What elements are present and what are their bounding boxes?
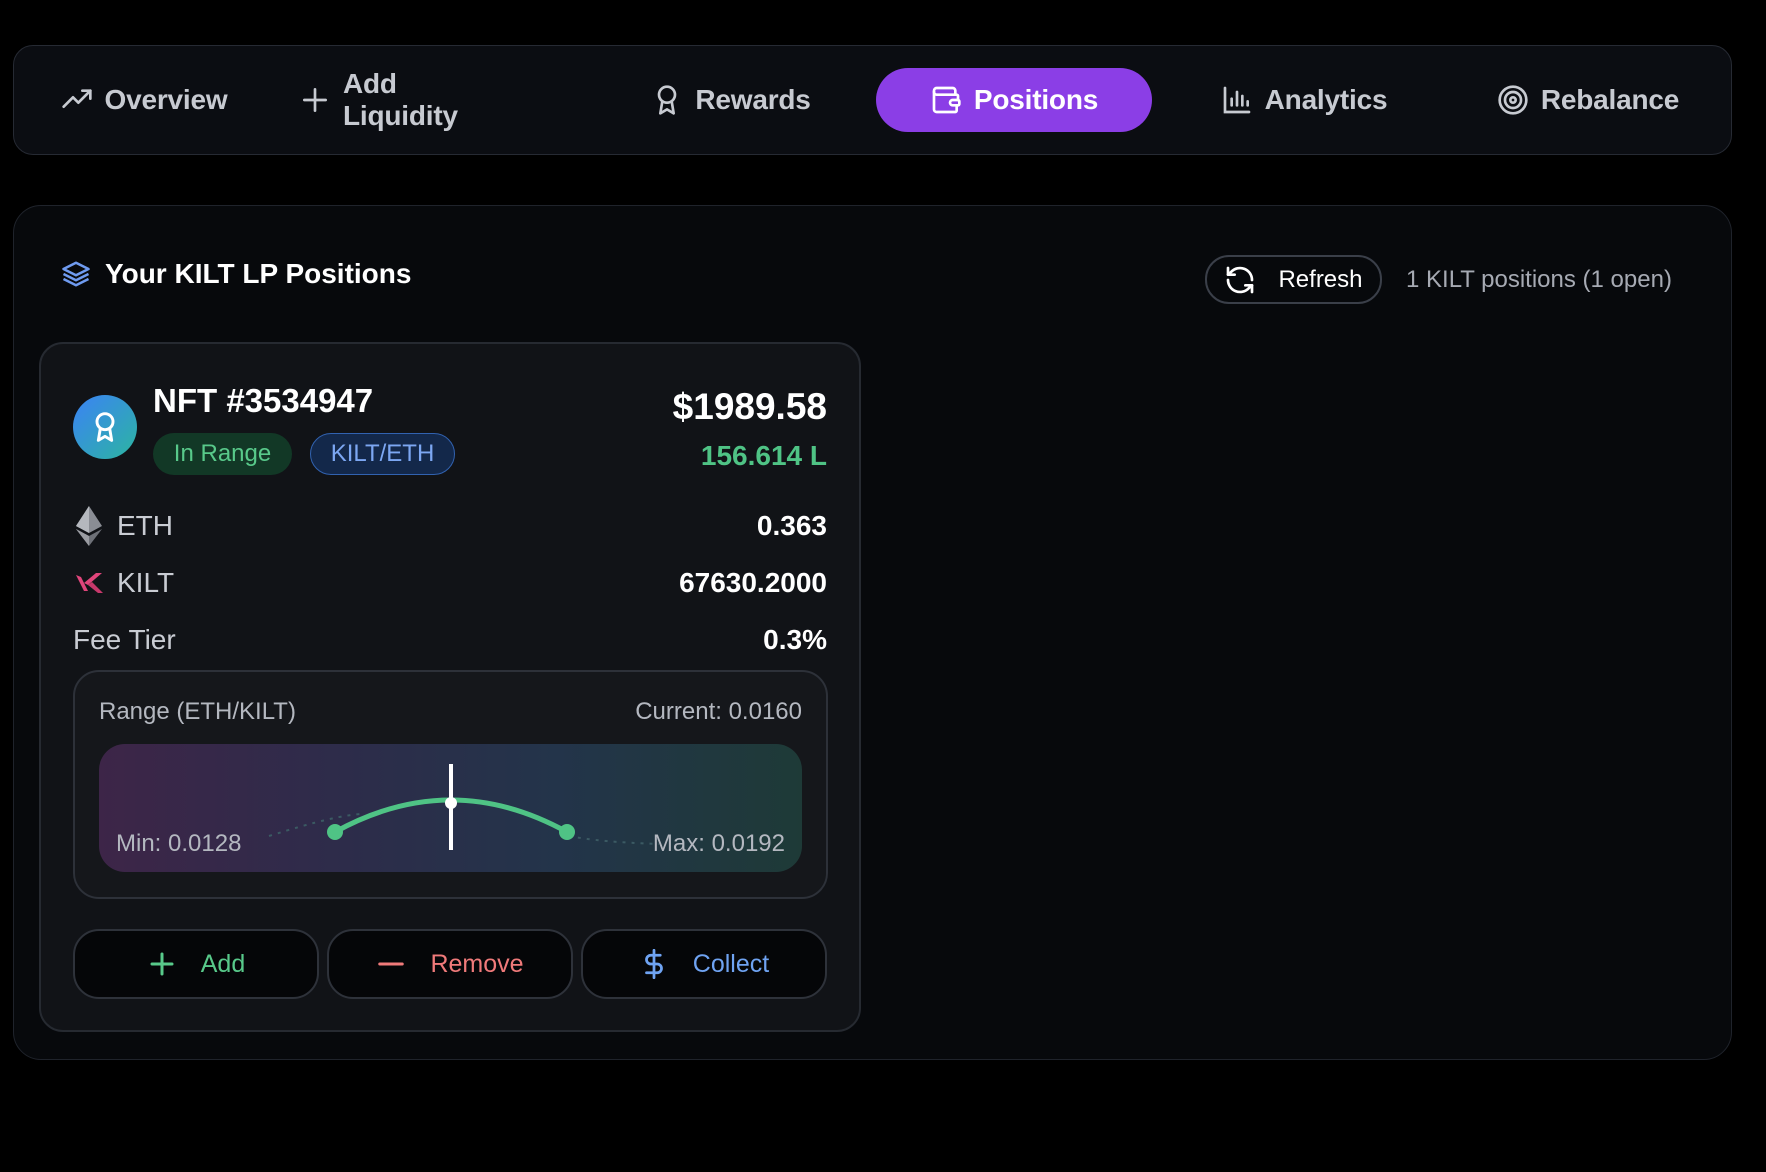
- position-card: NFT #3534947 In Range KILT/ETH $1989.58 …: [39, 342, 861, 1032]
- collect-button[interactable]: Collect: [581, 929, 827, 999]
- minus-icon: [378, 962, 405, 966]
- eth-icon: [73, 506, 105, 546]
- panel-header: Your KILT LP Positions: [61, 258, 411, 290]
- tab-label: Rewards: [695, 84, 811, 115]
- range-min: Min: 0.0128: [116, 830, 242, 857]
- target-icon: [1498, 85, 1528, 115]
- main-nav: Overview Add Liquidity Rewards Positions…: [13, 45, 1732, 155]
- range-max: Max: 0.0192: [652, 830, 785, 857]
- token-symbol: ETH: [117, 510, 173, 541]
- add-button[interactable]: Add: [73, 929, 319, 999]
- dollar-icon: [644, 949, 663, 979]
- position-liquidity: 156.614 L: [700, 440, 827, 471]
- range-visualization: Min: 0.0128 Max: 0.0192: [99, 744, 802, 872]
- layers-icon: [62, 261, 90, 287]
- bar-chart-icon: [1223, 86, 1250, 114]
- plus-icon: [150, 952, 174, 976]
- award-icon: [658, 85, 677, 115]
- tab-analytics[interactable]: Analytics: [1217, 68, 1391, 132]
- range-label: Range (ETH/KILT): [99, 698, 296, 725]
- collect-label: Collect: [692, 949, 770, 978]
- add-label: Add: [200, 949, 246, 978]
- token-amount: 0.363: [756, 510, 827, 541]
- tab-rewards[interactable]: Rewards: [652, 68, 811, 132]
- token-row-eth: ETH 0.363: [73, 506, 827, 546]
- pair-badge: KILT/ETH: [310, 433, 455, 475]
- position-value: $1989.58: [672, 386, 827, 427]
- tab-overview[interactable]: Overview: [61, 68, 228, 132]
- token-amount: 67630.2000: [679, 567, 827, 598]
- tab-add-liquidity[interactable]: Add Liquidity: [299, 68, 517, 132]
- nft-title: NFT #3534947: [153, 382, 374, 419]
- current-price-marker: [445, 797, 457, 809]
- remove-button[interactable]: Remove: [327, 929, 573, 999]
- tab-positions[interactable]: Positions: [876, 68, 1152, 132]
- token-symbol: KILT: [117, 567, 175, 598]
- refresh-button[interactable]: Refresh: [1205, 255, 1382, 304]
- tab-label: Rebalance: [1540, 84, 1680, 115]
- kilt-icon: [73, 563, 105, 603]
- positions-count: 1 KILT positions (1 open): [1406, 266, 1672, 293]
- range-curve-right-ext: [568, 835, 660, 845]
- refresh-label: Refresh: [1278, 265, 1363, 293]
- page-title: Your KILT LP Positions: [105, 258, 412, 289]
- trending-up-icon: [61, 89, 92, 108]
- tab-label: Add Liquidity: [343, 68, 458, 131]
- award-icon: [95, 412, 115, 442]
- tab-label: Analytics: [1264, 84, 1388, 115]
- range-current: Current: 0.0160: [635, 698, 802, 725]
- range-max-marker: [559, 824, 575, 840]
- tab-label: Overview: [104, 84, 228, 115]
- tab-label: Positions: [973, 84, 1099, 115]
- plus-icon: [303, 88, 327, 112]
- nft-avatar: [73, 395, 137, 459]
- token-row-kilt: KILT 67630.2000: [73, 563, 827, 603]
- fee-tier-row: Fee Tier 0.3%: [73, 620, 827, 660]
- range-min-marker: [327, 824, 343, 840]
- refresh-icon: [1227, 266, 1254, 293]
- positions-panel: Your KILT LP Positions Refresh 1 KILT po…: [13, 205, 1732, 1060]
- wallet-icon: [932, 86, 961, 114]
- fee-tier-value: 0.3%: [763, 624, 827, 655]
- tab-rebalance[interactable]: Rebalance: [1493, 68, 1683, 132]
- price-range-box: Range (ETH/KILT) Current: 0.0160 Min: 0.…: [73, 670, 828, 899]
- fee-tier-label: Fee Tier: [73, 624, 176, 655]
- status-badge: In Range: [153, 433, 292, 475]
- remove-label: Remove: [430, 949, 524, 978]
